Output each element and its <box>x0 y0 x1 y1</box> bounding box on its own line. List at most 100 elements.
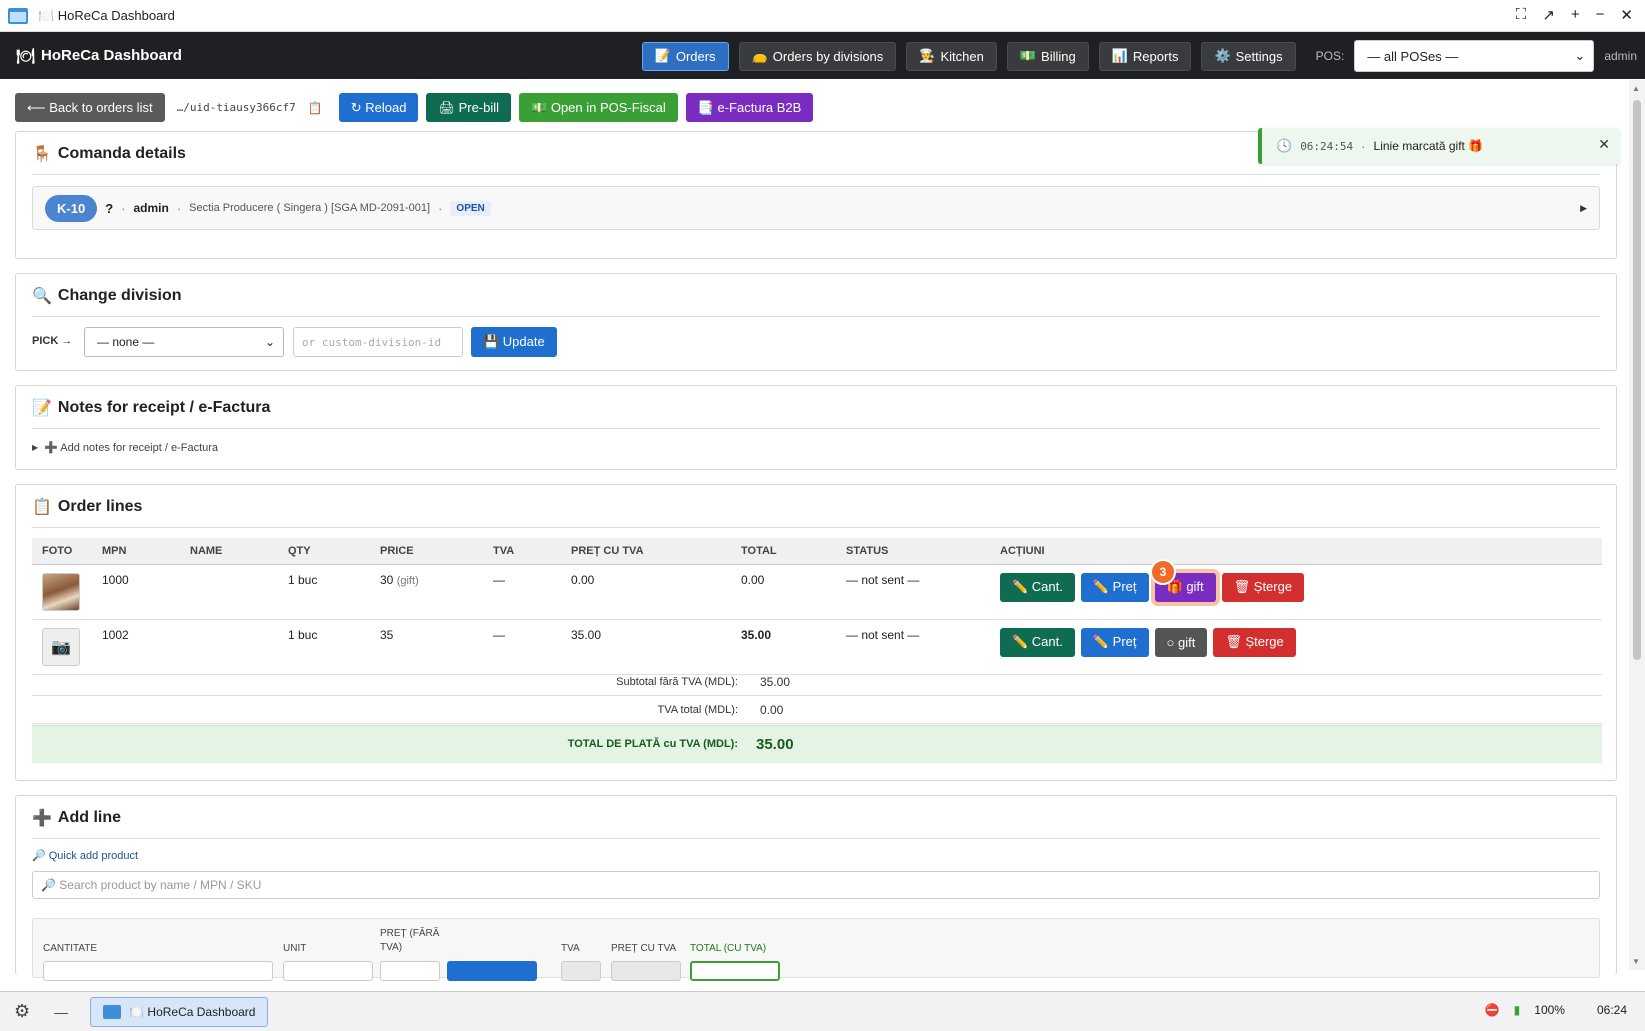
clock-icon: 🕓 <box>1276 138 1293 153</box>
notes-panel: 📝 Notes for receipt / e-Factura ▶ ➕ Add … <box>15 385 1617 470</box>
toast-time: 06:24:54 <box>1300 139 1354 153</box>
minimize-icon[interactable]: − <box>1596 6 1605 24</box>
order-summary-row[interactable]: K-10 ? · admin · Sectia Producere ( Sing… <box>32 186 1600 230</box>
nav-orders-by-divisions[interactable]: 👝 Orders by divisions <box>738 41 897 71</box>
caret-right-icon[interactable]: ▶ <box>1580 203 1587 214</box>
add-line-form: CANTITATE UNIT PREȚ (FĂRĂ TVA) TVA PREȚ … <box>32 918 1600 981</box>
clipboard-icon[interactable]: 📋 <box>308 101 323 115</box>
reload-button[interactable]: ↻ Reload <box>338 93 419 122</box>
division-select[interactable]: — none — ⌄ <box>84 327 284 357</box>
pos-select[interactable]: — all POSes — ⌄ <box>1354 40 1595 72</box>
table-row: 1000 1 buc 30 (gift) — 0.00 0.00 — not s… <box>32 558 1602 620</box>
nav-orders[interactable]: 📝 Orders <box>641 41 729 71</box>
brand-label: HoReCa Dashboard <box>41 47 182 64</box>
edit-price-button[interactable]: ✏️ Preț <box>1080 627 1149 657</box>
order-uid: …/uid-tiausy366cf7 <box>176 101 296 114</box>
row-actions: ✏️ Cant. ✏️ Preț ○ gift 🗑 Șterge <box>1000 627 1592 657</box>
order-lines-panel: 📋 Order lines FOTO MPN NAME QTY PRICE TV… <box>15 484 1617 781</box>
clock: 06:24 <box>1596 1003 1627 1017</box>
magnifier-icon: 🔍 <box>32 288 52 305</box>
toast-notification: 🕓 06:24:54 · Linie marcată gift 🎁 ✕ <box>1258 128 1620 164</box>
product-search-input[interactable]: 🔎 Search product by name / MPN / SKU <box>32 871 1600 899</box>
restore-icon[interactable]: ↗ <box>1542 6 1555 24</box>
prebill-button[interactable]: 🖨 Pre-bill <box>426 93 512 122</box>
caret-right-icon: ▶ <box>32 443 39 452</box>
delete-line-button[interactable]: 🗑 Șterge <box>1213 627 1296 657</box>
chevron-down-icon: ⌄ <box>264 335 275 349</box>
status-badge: OPEN <box>450 200 491 216</box>
open-pos-fiscal-button[interactable]: 💵 Open in POS-Fiscal <box>519 93 678 122</box>
scroll-thumb[interactable] <box>1633 100 1641 660</box>
system-tray: ⛔ ▮ 100% 06:24 <box>1485 1003 1627 1017</box>
edit-qty-button[interactable]: ✏️ Cant. <box>1000 572 1075 602</box>
settings-gear-icon[interactable]: ⚙ <box>14 1001 30 1022</box>
order-lines-table: FOTO MPN NAME QTY PRICE TVA PREȚ CU TVA … <box>32 538 1602 675</box>
battery-icon[interactable]: ▮ <box>1514 1003 1521 1017</box>
chair-icon: 🪑 <box>32 146 52 163</box>
dish-icon: 🍽 <box>16 47 36 65</box>
division-title: 🔍 Change division <box>32 287 182 305</box>
delete-line-button[interactable]: 🗑 Șterge <box>1221 572 1305 602</box>
network-disconnected-icon[interactable]: ⛔ <box>1485 1003 1500 1017</box>
gift-toggle-button[interactable]: ○ gift <box>1154 627 1208 657</box>
os-taskbar: ⚙ — 🍽️ HoReCa Dashboard ⛔ ▮ 100% 06:24 <box>0 991 1645 1031</box>
window-controls: ⛶ ↗ + − ✕ <box>1516 6 1633 24</box>
memo-icon: 📝 <box>32 400 52 417</box>
nav-kitchen[interactable]: 👨‍🍳 Kitchen <box>906 41 997 71</box>
custom-division-input[interactable]: or custom-division-id <box>293 327 463 357</box>
battery-level: 100% <box>1534 1003 1565 1017</box>
order-section: Sectia Producere ( Singera ) [SGA MD-209… <box>189 202 431 214</box>
brand[interactable]: 🍽 HoReCa Dashboard <box>16 47 182 65</box>
change-division-panel: 🔍 Change division PICK → — none — ⌄ or c… <box>15 273 1617 371</box>
pos-selected-value: — all POSes — <box>1367 48 1459 64</box>
scroll-up-icon[interactable]: ▲ <box>1632 84 1640 93</box>
camera-icon: 📷 <box>42 627 80 666</box>
folder-icon <box>103 1004 122 1019</box>
pouch-icon: 👝 <box>751 48 768 63</box>
grand-total-value: 35.00 <box>756 736 794 753</box>
edit-qty-button[interactable]: ✏️ Cant. <box>1000 627 1075 657</box>
unit-action-button[interactable] <box>447 961 537 981</box>
efactura-b2b-button[interactable]: 📑 e-Factura B2B <box>685 93 814 122</box>
edit-price-button[interactable]: ✏️ Preț <box>1080 572 1149 602</box>
unit-input[interactable] <box>283 961 373 981</box>
scroll-down-icon[interactable]: ▼ <box>1632 957 1640 966</box>
window-titlebar: 🍽️ HoReCa Dashboard ⛶ ↗ + − ✕ <box>0 0 1645 32</box>
taskbar-app-horeca[interactable]: 🍽️ HoReCa Dashboard <box>90 996 269 1027</box>
table-pill: K-10 <box>45 194 98 222</box>
total-with-tva-input[interactable] <box>690 961 780 981</box>
nav-settings[interactable]: ⚙️ Settings <box>1201 41 1296 71</box>
clipboard-icon: 📋 <box>32 499 52 516</box>
row-actions: ✏️ Cant. ✏️ Preț 🎁 gift 🗑 Șterge 3 <box>1000 558 1592 602</box>
price-with-tva-input[interactable] <box>611 961 681 981</box>
chart-icon: 📊 <box>1111 48 1128 63</box>
quantity-input[interactable] <box>43 961 273 981</box>
app-navbar: 🍽 HoReCa Dashboard 📝 Orders 👝 Orders by di… <box>0 32 1645 79</box>
back-to-orders-button[interactable]: ⟵ Back to orders list <box>15 93 165 122</box>
tva-input[interactable] <box>561 961 601 981</box>
fullscreen-icon[interactable]: ⛶ <box>1516 6 1527 24</box>
table-row: 📷 1002 1 buc 35 — 35.00 35.00 — not sent… <box>32 619 1602 675</box>
subtotal-row: Subtotal fără TVA (MDL): 35.00 <box>32 668 1602 696</box>
memo-icon: 📝 <box>654 48 671 63</box>
money-icon: 💵 <box>1019 48 1037 63</box>
minimize-all-icon[interactable]: — <box>54 1004 68 1020</box>
price-input[interactable] <box>380 961 440 981</box>
notes-title: 📝 Notes for receipt / e-Factura <box>32 399 271 417</box>
nav-billing[interactable]: 💵 Billing <box>1006 41 1089 71</box>
details-title: 🪑 Comanda details <box>32 145 186 163</box>
nav-reports[interactable]: 📊 Reports <box>1098 41 1192 71</box>
tva-total-row: TVA total (MDL): 0.00 <box>32 696 1602 724</box>
maximize-icon[interactable]: + <box>1571 6 1580 24</box>
pick-label: PICK → <box>32 335 73 347</box>
page-scrollbar[interactable]: ▲ ▼ <box>1629 80 1645 970</box>
toast-close-icon[interactable]: ✕ <box>1598 136 1610 153</box>
toast-message: Linie marcată gift 🎁 <box>1373 139 1484 153</box>
close-icon[interactable]: ✕ <box>1620 6 1633 24</box>
add-line-panel: ➕ Add line 🔎 Quick add product 🔎 Search … <box>15 795 1617 981</box>
quick-add-label: 🔎 Quick add product <box>32 850 139 862</box>
folder-icon <box>8 7 28 24</box>
update-division-button[interactable]: 💾 Update <box>471 327 557 357</box>
add-notes-toggle[interactable]: ▶ ➕ Add notes for receipt / e-Factura <box>32 441 218 454</box>
product-photo <box>42 572 80 611</box>
